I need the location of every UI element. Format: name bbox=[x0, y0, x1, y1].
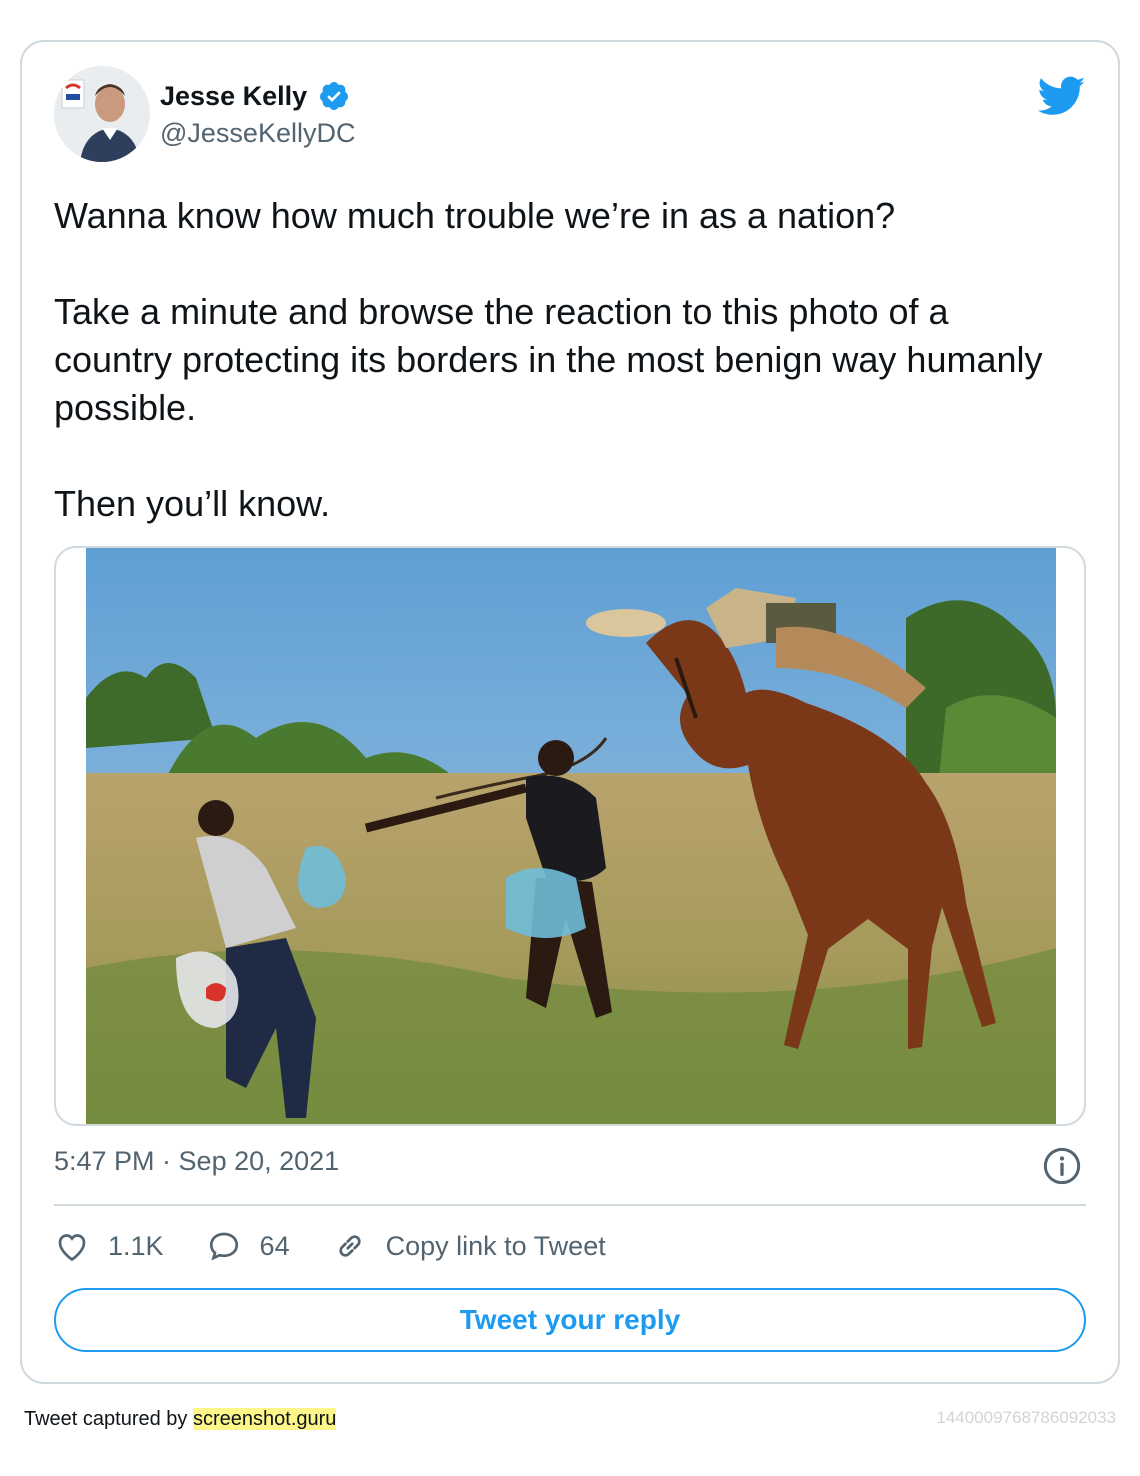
heart-icon bbox=[58, 1234, 86, 1262]
tweet-your-reply-button[interactable]: Tweet your reply bbox=[54, 1288, 1086, 1352]
verified-badge-icon bbox=[319, 82, 348, 110]
link-icon bbox=[338, 1235, 361, 1257]
tweet-text: Wanna know how much trouble we’re in as … bbox=[54, 192, 1074, 528]
avatar[interactable] bbox=[54, 66, 150, 162]
tweet-media[interactable] bbox=[54, 546, 1086, 1126]
like-action[interactable]: 1.1K bbox=[54, 1228, 164, 1264]
author-handle[interactable]: @JesseKellyDC bbox=[160, 118, 355, 149]
tweet-card: Jesse Kelly @JesseKellyDC Wanna know how… bbox=[20, 40, 1120, 1384]
info-icon[interactable] bbox=[1042, 1146, 1082, 1186]
copy-link-action[interactable]: Copy link to Tweet bbox=[332, 1228, 606, 1264]
copy-link-label: Copy link to Tweet bbox=[385, 1230, 606, 1261]
tweet-timestamp[interactable]: 5:47 PM · Sep 20, 2021 bbox=[54, 1146, 339, 1177]
tweet-paragraph: Take a minute and browse the reaction to… bbox=[54, 291, 1043, 428]
tweet-header: Jesse Kelly @JesseKellyDC bbox=[54, 66, 1086, 166]
tweet-paragraph: Wanna know how much trouble we’re in as … bbox=[54, 195, 896, 236]
screenshot-guru-link[interactable]: screenshot.guru bbox=[192, 1408, 337, 1430]
tweet-paragraph: Then you’ll know. bbox=[54, 483, 331, 524]
twitter-bird-icon[interactable] bbox=[1038, 72, 1086, 120]
reply-bubble-icon bbox=[209, 1232, 238, 1261]
display-name[interactable]: Jesse Kelly bbox=[160, 81, 307, 112]
tweet-id: 1440009768786092033 bbox=[936, 1408, 1116, 1427]
reply-action[interactable]: 64 bbox=[206, 1228, 290, 1264]
divider bbox=[54, 1204, 1086, 1206]
tweet-actions: 1.1K 64 Copy link to Tweet bbox=[54, 1224, 648, 1268]
capture-credit: Tweet captured by screenshot.guru bbox=[24, 1408, 337, 1431]
author-names: Jesse Kelly @JesseKellyDC bbox=[160, 80, 355, 149]
like-count: 1.1K bbox=[108, 1230, 164, 1261]
tweet-photo[interactable] bbox=[86, 548, 1056, 1126]
reply-count: 64 bbox=[259, 1230, 290, 1261]
capture-credit-prefix: Tweet captured by bbox=[24, 1408, 193, 1430]
